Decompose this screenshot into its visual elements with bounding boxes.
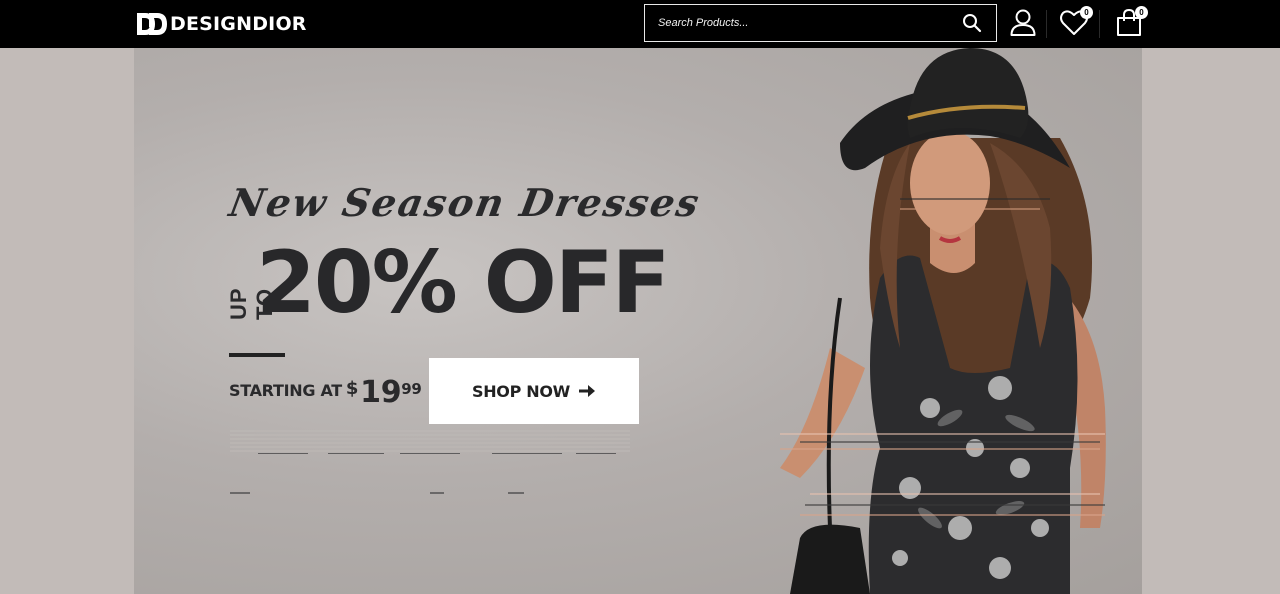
header-divider bbox=[1099, 10, 1100, 38]
cart-button[interactable]: 0 bbox=[1114, 6, 1148, 38]
hero-discount-headline: 20% OFF bbox=[256, 233, 670, 333]
hero-up-to-label: UP TO bbox=[226, 287, 277, 320]
brand-logo[interactable]: DESIGNDIOR bbox=[135, 10, 307, 38]
user-icon[interactable] bbox=[1008, 8, 1038, 38]
wishlist-button[interactable]: 0 bbox=[1059, 6, 1093, 38]
price-cents: 99 bbox=[401, 380, 422, 398]
hero-starting-price: STARTING AT $ 19 99 bbox=[229, 376, 422, 410]
hero-transition-glitch bbox=[230, 492, 524, 494]
cart-count-badge: 0 bbox=[1135, 6, 1148, 19]
search-input[interactable] bbox=[645, 5, 955, 41]
arrow-right-icon bbox=[579, 385, 596, 397]
price-main: 19 bbox=[360, 375, 402, 410]
hero-transition-glitch bbox=[230, 428, 630, 454]
price-currency: $ bbox=[345, 378, 359, 399]
hero-model-image bbox=[780, 48, 1106, 594]
brand-name: DESIGNDIOR bbox=[170, 13, 307, 35]
site-header: DESIGNDIOR 0 0 bbox=[0, 0, 1280, 48]
search-bar bbox=[644, 4, 997, 42]
shop-now-label: SHOP NOW bbox=[471, 381, 571, 401]
search-icon[interactable] bbox=[962, 13, 982, 33]
hero-divider bbox=[229, 353, 285, 357]
shop-now-button[interactable]: SHOP NOW bbox=[429, 358, 639, 424]
starting-at-label: STARTING AT bbox=[229, 381, 342, 400]
header-divider bbox=[1046, 10, 1047, 38]
logo-mark-icon bbox=[137, 13, 167, 35]
hero-tagline: New Season Dresses bbox=[226, 180, 705, 225]
wishlist-count-badge: 0 bbox=[1080, 6, 1093, 19]
